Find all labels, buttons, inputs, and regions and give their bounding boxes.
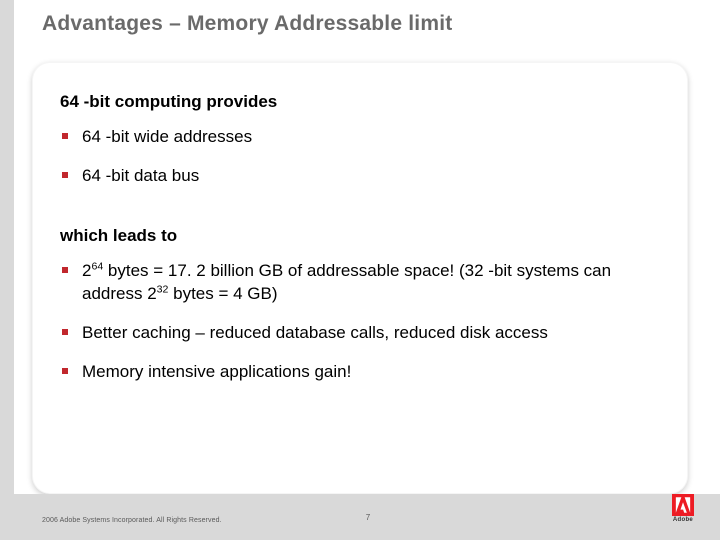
section-heading-1: 64 -bit computing provides xyxy=(60,92,660,112)
slide-title: Advantages – Memory Addressable limit xyxy=(42,12,680,36)
list-item: 264 bytes = 17. 2 billion GB of addressa… xyxy=(60,260,660,306)
bullet-list-1: 64 -bit wide addresses 64 -bit data bus xyxy=(60,126,660,188)
bg-bottom-strip xyxy=(0,494,720,540)
list-item: 64 -bit data bus xyxy=(60,165,660,188)
slide: Advantages – Memory Addressable limit 64… xyxy=(0,0,720,540)
bullet-list-2: 264 bytes = 17. 2 billion GB of addressa… xyxy=(60,260,660,384)
list-item: Better caching – reduced database calls,… xyxy=(60,322,660,345)
list-item: Memory intensive applications gain! xyxy=(60,361,660,384)
content-card: 64 -bit computing provides 64 -bit wide … xyxy=(32,62,688,494)
section-heading-2: which leads to xyxy=(60,226,660,246)
list-item: 64 -bit wide addresses xyxy=(60,126,660,149)
bg-left-strip xyxy=(0,0,14,540)
